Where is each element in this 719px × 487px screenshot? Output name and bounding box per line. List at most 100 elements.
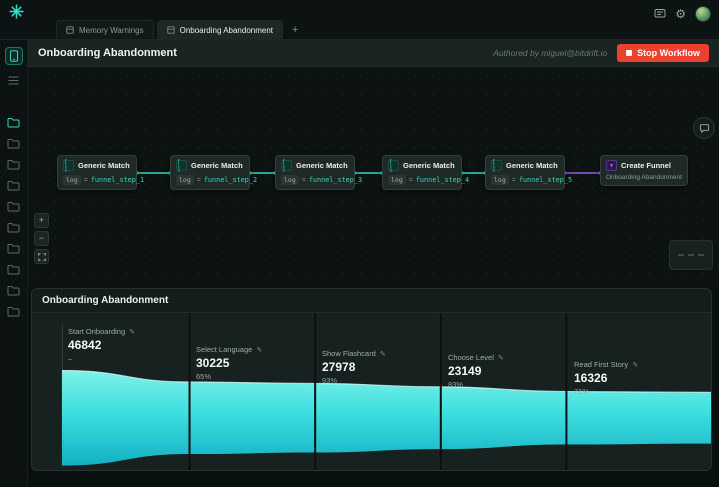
folder-icon[interactable] <box>7 285 20 296</box>
workflow-tab-label: Onboarding Abandonment <box>179 25 274 35</box>
list-view-icon[interactable] <box>5 71 23 89</box>
zoom-in-button[interactable]: + <box>34 213 49 228</box>
workflow-node-header: [ ] Generic Match <box>281 159 349 173</box>
authored-by: Authored by miguel@bitdrift.io <box>493 48 608 58</box>
workflow-node-header: ▼ Create Funnel <box>606 160 682 171</box>
new-tab-button[interactable]: + <box>286 24 304 39</box>
edit-icon[interactable]: ✎ <box>380 350 386 358</box>
field-badge: log <box>63 175 81 185</box>
folder-icon[interactable] <box>7 117 20 128</box>
edit-icon[interactable]: ✎ <box>129 328 135 336</box>
funnel-stage: Choose Level ✎ 23149 83% <box>448 353 504 389</box>
funnel-stage: Start Onboarding ✎ 46842 – <box>68 327 135 363</box>
workflow-node-header: [ ] Generic Match <box>63 159 131 173</box>
workflow-node[interactable]: [ ] Generic Match log = funnel_step_5 <box>485 155 572 190</box>
field-badge: log <box>388 175 406 185</box>
edit-icon[interactable]: ✎ <box>498 354 504 362</box>
folder-icon[interactable] <box>7 306 20 317</box>
condition-value: funnel_step_5 <box>518 176 573 184</box>
stop-workflow-button[interactable]: Stop Workflow <box>617 44 709 62</box>
workflow-tab[interactable]: Memory Warnings <box>56 20 154 39</box>
operator: = <box>511 176 516 184</box>
stage-conversion: – <box>68 354 73 363</box>
messages-icon[interactable] <box>654 8 666 20</box>
zoom-controls: + − <box>34 213 49 264</box>
workflow-node[interactable]: [ ] Generic Match log = funnel_step_3 <box>275 155 362 190</box>
workflow-node[interactable]: [ ] Generic Match log = funnel_step_1 <box>57 155 144 190</box>
bitdrift-logo-icon[interactable] <box>9 4 25 20</box>
fit-view-button[interactable] <box>34 249 49 264</box>
node-title: Generic Match <box>506 161 558 170</box>
stage-label: Select Language <box>196 345 253 354</box>
minimap[interactable] <box>669 240 713 270</box>
tab-strip: Memory Warnings Onboarding Abandonment <box>56 20 284 39</box>
match-icon: [ ] <box>281 159 292 173</box>
workflow-tab-icon <box>66 26 74 34</box>
folder-icon[interactable] <box>7 138 20 149</box>
page-title: Onboarding Abandonment <box>38 47 177 59</box>
condition-value: funnel_step_4 <box>415 176 470 184</box>
workflow-node[interactable]: [ ] Generic Match log = funnel_step_2 <box>170 155 257 190</box>
workflow-tab[interactable]: Onboarding Abandonment <box>156 20 284 39</box>
funnel-chart: Start Onboarding ✎ 46842 – Select Langua… <box>32 313 711 470</box>
match-icon: [ ] <box>63 159 74 173</box>
stop-icon <box>626 50 633 56</box>
gear-icon[interactable]: ⚙ <box>675 8 686 20</box>
stage-value: 23149 <box>448 364 482 378</box>
stage-label: Show Flashcard <box>322 349 376 358</box>
folder-icon[interactable] <box>7 201 20 212</box>
match-icon: [ ] <box>176 159 187 173</box>
edit-icon[interactable]: ✎ <box>632 361 638 369</box>
stage-conversion: 83% <box>448 380 464 389</box>
workflow-node[interactable]: ▼ Create Funnel Onboarding Abandonment <box>600 155 688 186</box>
workflow-tab-label: Memory Warnings <box>79 25 144 35</box>
node-condition: log = funnel_step_3 <box>281 175 362 185</box>
stage-value: 16326 <box>574 371 608 385</box>
sidebar <box>0 40 28 487</box>
folder-icon[interactable] <box>7 222 20 233</box>
chat-help-button[interactable] <box>693 117 715 139</box>
top-bar: Memory Warnings Onboarding Abandonment +… <box>0 0 719 40</box>
folder-icon[interactable] <box>7 264 20 275</box>
folder-list <box>7 117 20 317</box>
stage-label: Read First Story <box>574 360 629 369</box>
workflow-header: Onboarding Abandonment Authored by migue… <box>28 40 719 67</box>
workflow-canvas[interactable]: + − [ ] Generic Match log = funnel_step_… <box>28 67 719 288</box>
edit-icon[interactable]: ✎ <box>256 346 262 354</box>
node-title: Generic Match <box>191 161 243 170</box>
condition-value: funnel_step_3 <box>308 176 363 184</box>
stage-label: Choose Level <box>448 353 494 362</box>
condition-value: funnel_step_1 <box>90 176 145 184</box>
condition-value: funnel_step_2 <box>203 176 258 184</box>
folder-icon[interactable] <box>7 180 20 191</box>
node-title: Generic Match <box>296 161 348 170</box>
stage-value: 30225 <box>196 356 230 370</box>
operator: = <box>196 176 201 184</box>
workflow-node[interactable]: [ ] Generic Match log = funnel_step_4 <box>382 155 469 190</box>
zoom-out-button[interactable]: − <box>34 231 49 246</box>
stage-conversion: 93% <box>322 376 338 385</box>
stage-value: 46842 <box>68 338 102 352</box>
minimap-preview <box>678 254 704 256</box>
workflow-tab-icon <box>166 26 175 34</box>
app-window: Memory Warnings Onboarding Abandonment +… <box>0 0 719 487</box>
node-subtitle: Onboarding Abandonment <box>606 174 682 181</box>
stage-value: 27978 <box>322 360 356 374</box>
match-icon: [ ] <box>388 159 399 173</box>
folder-icon[interactable] <box>7 159 20 170</box>
field-badge: log <box>281 175 299 185</box>
field-badge: log <box>176 175 194 185</box>
avatar[interactable] <box>695 6 711 22</box>
node-condition: log = funnel_step_4 <box>388 175 469 185</box>
operator: = <box>83 176 88 184</box>
folder-icon[interactable] <box>7 243 20 254</box>
device-sessions-icon[interactable] <box>4 47 23 65</box>
node-title: Create Funnel <box>621 161 672 170</box>
field-badge: log <box>491 175 509 185</box>
funnel-panel: Onboarding Abandonment Start Onboarding … <box>31 288 712 471</box>
funnel-stage: Select Language ✎ 30225 65% <box>196 345 262 381</box>
operator: = <box>408 176 413 184</box>
operator: = <box>301 176 306 184</box>
node-title: Generic Match <box>403 161 455 170</box>
workflow-node-header: [ ] Generic Match <box>176 159 244 173</box>
